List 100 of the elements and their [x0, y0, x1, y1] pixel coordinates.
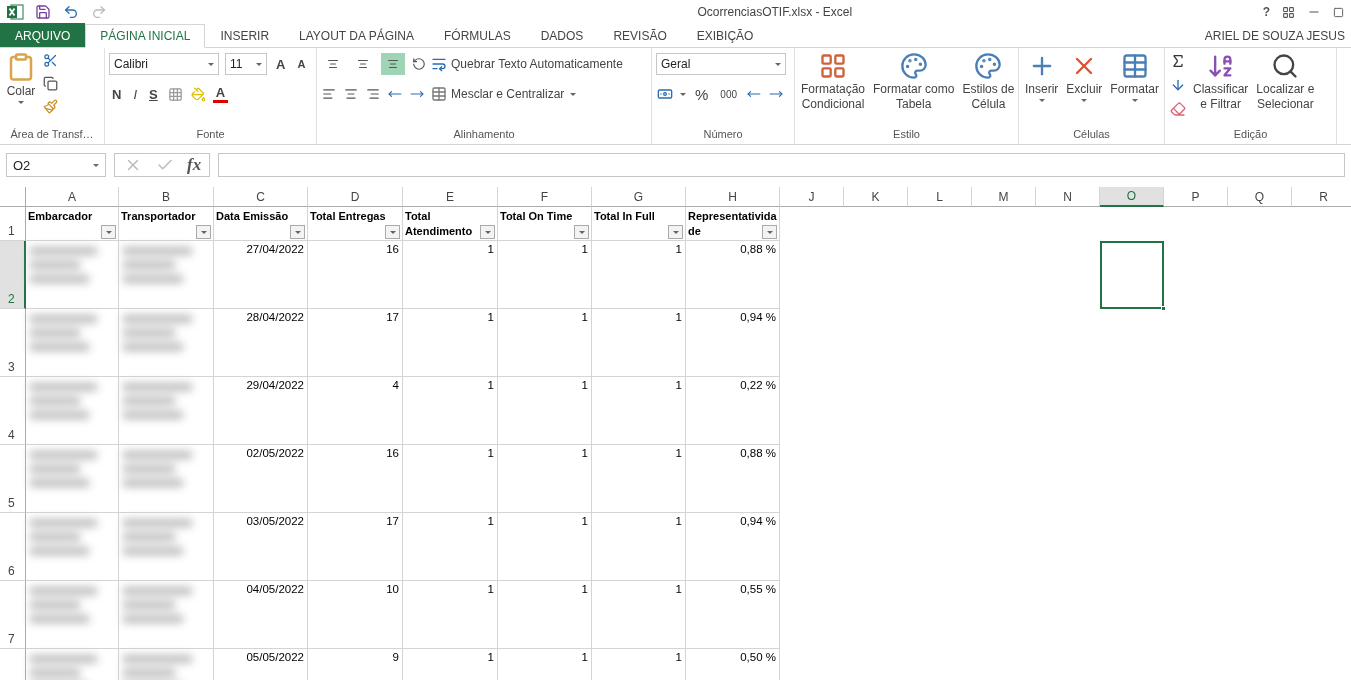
merge-center-button[interactable]: Mesclar e Centralizar	[431, 86, 565, 102]
table-cell: 1	[498, 649, 592, 680]
column-header[interactable]: P	[1164, 187, 1228, 207]
borders-icon[interactable]	[166, 85, 184, 103]
font-name-field[interactable]: Calibri	[109, 53, 219, 75]
table-cell: 1	[592, 581, 686, 649]
column-header[interactable]: H	[686, 187, 780, 207]
ribbon-display-icon[interactable]	[1281, 4, 1296, 20]
window-title: OcorrenciasOTIF.xlsx - Excel	[696, 5, 854, 19]
align-right-icon[interactable]	[365, 86, 381, 102]
paste-button[interactable]: Colar	[4, 52, 38, 128]
filter-caret-icon	[105, 230, 112, 234]
column-header[interactable]: D	[308, 187, 403, 207]
column-header[interactable]: G	[592, 187, 686, 207]
filter-button[interactable]	[290, 225, 305, 239]
column-header[interactable]: N	[1036, 187, 1100, 207]
column-header[interactable]: M	[972, 187, 1036, 207]
group-label: Área de Transf…	[9, 128, 95, 142]
save-icon[interactable]	[34, 3, 52, 21]
clear-icon[interactable]	[1169, 100, 1187, 118]
cells-button[interactable]: Formatar	[1108, 52, 1162, 128]
row-header[interactable]: 1	[0, 207, 26, 241]
column-title: Total In Full	[592, 207, 686, 241]
column-header[interactable]: O	[1100, 187, 1164, 207]
row-header[interactable]: 2	[0, 241, 26, 309]
caret-icon	[775, 62, 781, 66]
format-painter-icon[interactable]	[42, 98, 59, 115]
shrink-font-button[interactable]: A	[294, 58, 309, 70]
grow-font-button[interactable]: A	[273, 56, 289, 72]
cut-icon[interactable]	[42, 52, 59, 69]
filter-button[interactable]	[762, 225, 777, 239]
row-header[interactable]: 7	[0, 581, 26, 649]
percent-button[interactable]: %	[692, 85, 712, 103]
column-header[interactable]: E	[403, 187, 498, 207]
caret-icon	[18, 101, 24, 104]
filter-button[interactable]	[196, 225, 211, 239]
file-tab[interactable]: ARQUIVO	[0, 23, 86, 47]
table-cell: 1	[498, 241, 592, 309]
caret-icon	[93, 163, 99, 167]
bold-button[interactable]: N	[109, 86, 125, 102]
row-header[interactable]: 4	[0, 377, 26, 445]
table-cell: 1	[403, 241, 498, 309]
column-title: Representatividade	[686, 207, 780, 241]
name-box[interactable]: O2	[6, 153, 106, 177]
ribbon-tab[interactable]: PÁGINA INICIAL	[85, 24, 206, 48]
align-left-icon[interactable]	[321, 86, 337, 102]
filter-button[interactable]	[480, 225, 495, 239]
table-cell: 0,88 %	[686, 241, 780, 309]
column-header[interactable]: Q	[1228, 187, 1292, 207]
cells-button[interactable]: Excluir	[1064, 52, 1105, 128]
row-header[interactable]: 3	[0, 309, 26, 377]
fill-color-icon[interactable]	[189, 85, 207, 103]
table-cell: 1	[498, 309, 592, 377]
filter-button[interactable]	[668, 225, 683, 239]
filter-button[interactable]	[574, 225, 589, 239]
thousands-button[interactable]: 000	[717, 88, 741, 100]
cells-button[interactable]: Inserir	[1023, 52, 1061, 128]
table-cell: 04/05/2022	[214, 581, 308, 649]
italic-button[interactable]: I	[130, 86, 140, 102]
font-color-button[interactable]: A	[212, 85, 229, 103]
filter-button[interactable]	[385, 225, 400, 239]
fill-handle[interactable]	[1161, 306, 1166, 311]
align-center-icon[interactable]	[343, 86, 359, 102]
undo-icon[interactable]	[62, 3, 80, 21]
column-header[interactable]: A	[26, 187, 119, 207]
wrap-text-button[interactable]: Quebrar Texto Automaticamente	[431, 56, 623, 72]
filter-caret-icon	[294, 230, 301, 234]
style-button[interactable]: Formatação Condicional	[799, 52, 868, 128]
table-cell: 10	[308, 581, 403, 649]
style-button[interactable]: Estilos de Célula	[960, 52, 1017, 128]
merge-icon	[431, 86, 447, 102]
insert-function-button[interactable]: fx	[187, 155, 202, 175]
orientation-icon[interactable]	[411, 56, 427, 72]
group-label: Células	[1072, 128, 1111, 142]
column-header[interactable]: B	[119, 187, 214, 207]
column-header[interactable]: J	[780, 187, 844, 207]
column-header[interactable]: C	[214, 187, 308, 207]
column-header[interactable]: L	[908, 187, 972, 207]
restore-icon[interactable]	[1332, 5, 1345, 19]
table-cell: 0,88 %	[686, 445, 780, 513]
column-header[interactable]: F	[498, 187, 592, 207]
selected-cell[interactable]	[1100, 241, 1164, 309]
table-cell: 1	[498, 513, 592, 581]
number-format-field[interactable]: Geral	[656, 53, 786, 75]
underline-button[interactable]: S	[146, 86, 161, 102]
column-header[interactable]: K	[844, 187, 908, 207]
formula-input[interactable]	[218, 153, 1345, 177]
font-size-field[interactable]: 11	[225, 53, 267, 75]
editing-button[interactable]: Classificar e Filtrar	[1191, 52, 1251, 128]
table-cell: 1	[403, 649, 498, 680]
row-header[interactable]: 6	[0, 513, 26, 581]
align-bottom-icon[interactable]	[381, 53, 405, 75]
caret-icon	[570, 92, 577, 96]
copy-icon[interactable]	[42, 75, 59, 92]
group-label: Número	[702, 128, 744, 142]
editing-button[interactable]: Localizar e Selecionar	[1254, 52, 1317, 128]
row-header[interactable]: 5	[0, 445, 26, 513]
filter-button[interactable]	[101, 225, 116, 239]
style-button[interactable]: Formatar como Tabela	[871, 52, 957, 128]
help-button[interactable]: ?	[1261, 4, 1271, 20]
